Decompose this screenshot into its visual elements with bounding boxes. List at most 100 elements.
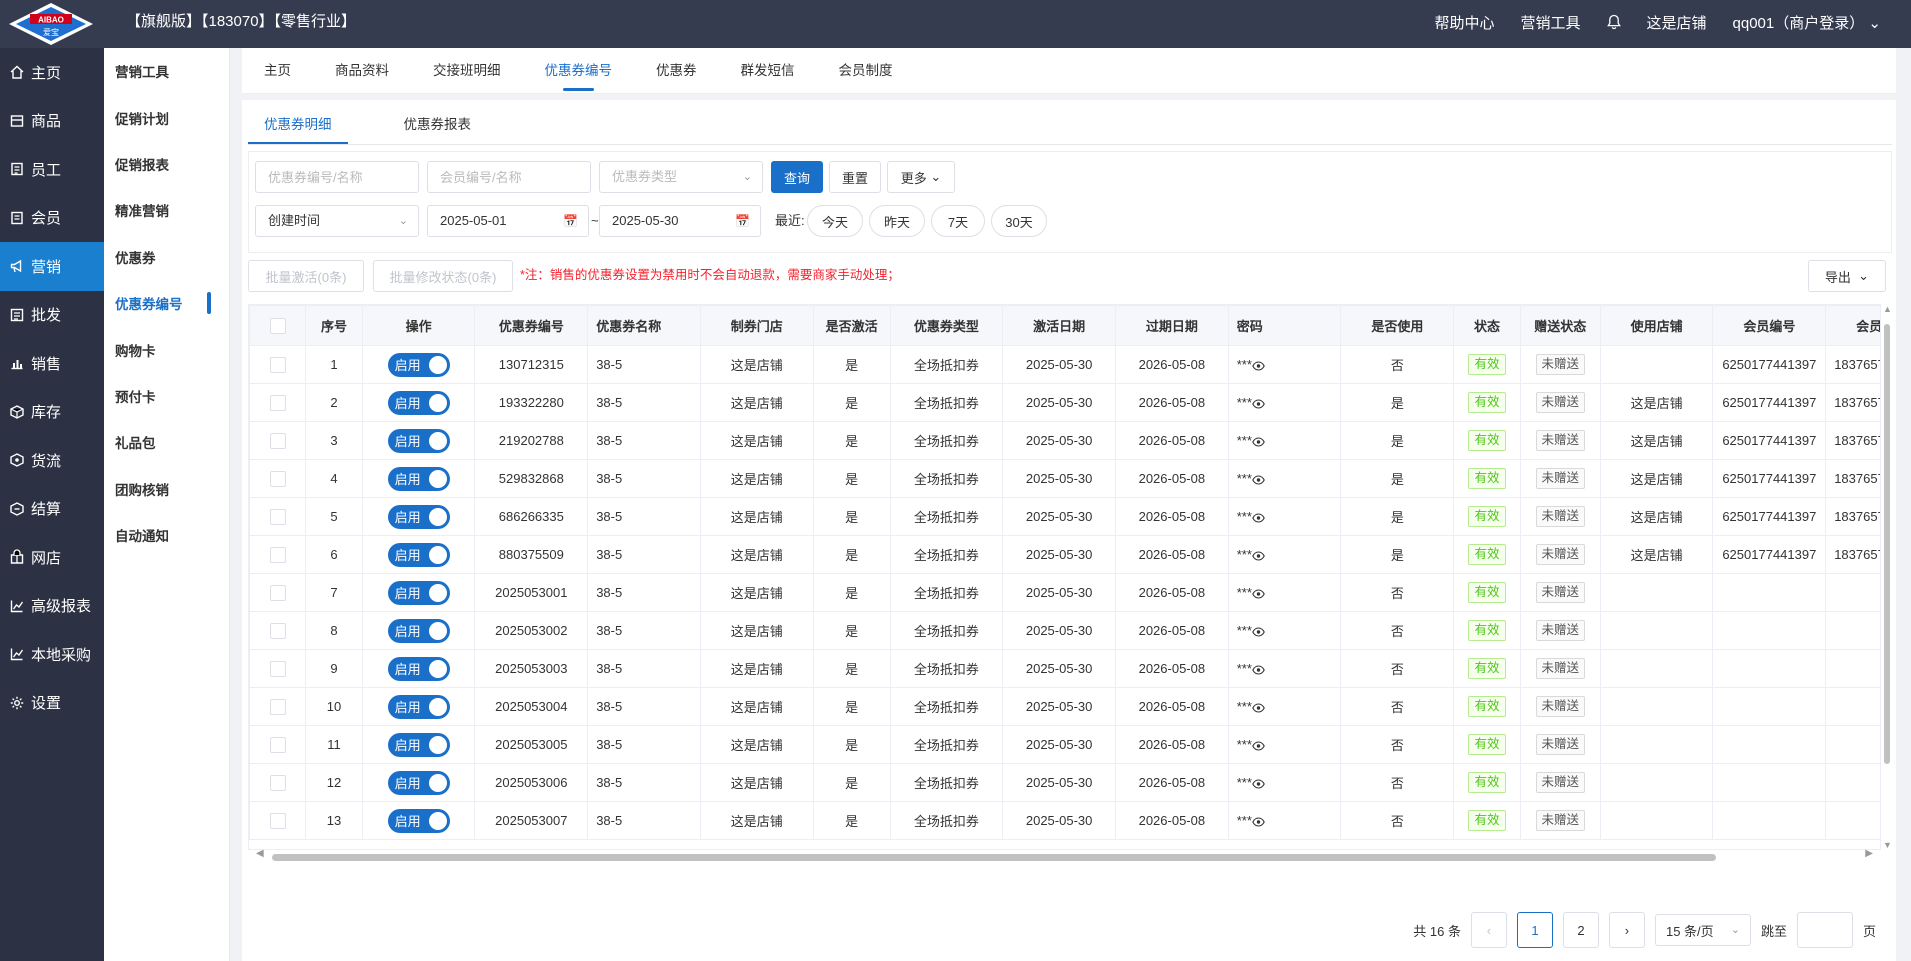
sidebar-item-6[interactable]: 销售	[0, 339, 104, 388]
scroll-right-icon[interactable]: ▶	[1865, 848, 1873, 859]
horizontal-scrollbar[interactable]: ◀ ▶	[248, 848, 1881, 864]
table-row[interactable]: 9 启用 2025053003 38-5 这是店铺是全场抵扣券 2025-05-30 202…	[249, 649, 1880, 688]
submenu-item-2[interactable]: 促销报表	[104, 141, 229, 187]
eye-icon[interactable]	[1252, 665, 1265, 675]
row-checkbox[interactable]	[269, 432, 286, 449]
column-header[interactable]: 过期日期	[1114, 305, 1229, 346]
tab-2[interactable]: 交接班明细	[433, 48, 501, 94]
table-row[interactable]: 10 启用 2025053004 38-5 这是店铺是全场抵扣券 2025-05-30 20…	[249, 687, 1880, 726]
table-row[interactable]: 6 启用 880375509 38-5 这是店铺是全场抵扣券 2025-05-30 2026…	[249, 535, 1880, 574]
row-checkbox[interactable]	[269, 584, 286, 601]
submenu-item-3[interactable]: 精准营销	[104, 187, 229, 233]
row-checkbox[interactable]	[269, 736, 286, 753]
table-row[interactable]: 13 启用 2025053007 38-5 这是店铺是全场抵扣券 2025-05-30 20…	[249, 801, 1880, 840]
tab-3[interactable]: 优惠券编号	[545, 48, 612, 94]
page-1-button[interactable]: 1	[1516, 912, 1553, 948]
eye-icon[interactable]	[1252, 513, 1265, 523]
sidebar-item-13[interactable]: 设置	[0, 679, 104, 728]
enable-toggle[interactable]: 启用	[387, 694, 450, 719]
submenu-item-4[interactable]: 优惠券	[104, 234, 229, 280]
submenu-item-9[interactable]: 团购核销	[104, 466, 229, 512]
user-menu[interactable]: qq001（商户登录） ⌄	[1733, 12, 1881, 33]
enable-toggle[interactable]: 启用	[387, 808, 450, 833]
submenu-item-10[interactable]: 自动通知	[104, 512, 229, 558]
page-2-button[interactable]: 2	[1562, 912, 1599, 948]
tab-0[interactable]: 主页	[264, 48, 291, 94]
column-header[interactable]: 序号	[305, 305, 363, 346]
enable-toggle[interactable]: 启用	[387, 770, 450, 795]
row-checkbox[interactable]	[269, 698, 286, 715]
row-checkbox[interactable]	[269, 546, 286, 563]
eye-icon[interactable]	[1252, 817, 1265, 827]
batch-activate-button[interactable]: 批量激活(0条)	[248, 260, 364, 292]
page-jump-input[interactable]	[1796, 912, 1853, 948]
subtab-coupon-report[interactable]: 优惠券报表	[388, 106, 488, 144]
sidebar-item-2[interactable]: 员工	[0, 145, 104, 194]
tab-4[interactable]: 优惠券	[656, 48, 697, 94]
sidebar-item-0[interactable]: 主页	[0, 48, 104, 97]
table-row[interactable]: 8 启用 2025053002 38-5 这是店铺是全场抵扣券 2025-05-30 202…	[249, 611, 1880, 650]
column-header[interactable]: 状态	[1453, 305, 1521, 346]
start-date-input[interactable]: 2025-05-01 📅	[427, 205, 589, 237]
sidebar-item-10[interactable]: 网店	[0, 533, 104, 582]
column-header[interactable]: 赠送状态	[1519, 305, 1601, 346]
submenu-item-8[interactable]: 礼品包	[104, 419, 229, 465]
sidebar-item-5[interactable]: 批发	[0, 291, 104, 340]
query-button[interactable]: 查询	[771, 161, 823, 193]
eye-icon[interactable]	[1252, 703, 1265, 713]
table-row[interactable]: 12 启用 2025053006 38-5 这是店铺是全场抵扣券 2025-05-30 20…	[249, 763, 1880, 802]
column-header[interactable]: 使用店铺	[1599, 305, 1714, 346]
column-header[interactable]: 是否使用	[1340, 305, 1455, 346]
column-header[interactable]: 操作	[361, 305, 476, 346]
scroll-left-icon[interactable]: ◀	[256, 848, 264, 859]
coupon-search-input[interactable]	[255, 161, 419, 193]
enable-toggle[interactable]: 启用	[387, 504, 450, 529]
next-page-button[interactable]: ›	[1608, 912, 1645, 948]
column-header[interactable]: 是否激活	[812, 305, 891, 346]
page-size-select[interactable]: 15 条/页 ⌄	[1654, 914, 1751, 946]
sidebar-item-9[interactable]: 结算	[0, 485, 104, 534]
help-center-link[interactable]: 帮助中心	[1434, 12, 1494, 33]
row-checkbox[interactable]	[269, 774, 286, 791]
7-days-button[interactable]: 7天	[931, 205, 985, 237]
table-row[interactable]: 7 启用 2025053001 38-5 这是店铺是全场抵扣券 2025-05-30 202…	[249, 573, 1880, 612]
column-header[interactable]: 会员名称	[1825, 305, 1880, 346]
tab-6[interactable]: 会员制度	[839, 48, 893, 94]
enable-toggle[interactable]: 启用	[387, 352, 450, 377]
table-row[interactable]: 11 启用 2025053005 38-5 这是店铺是全场抵扣券 2025-05-30 20…	[249, 725, 1880, 764]
column-header[interactable]: 优惠券名称	[587, 305, 701, 346]
column-header[interactable]: 密码	[1227, 305, 1342, 346]
end-date-input[interactable]: 2025-05-30 📅	[599, 205, 761, 237]
enable-toggle[interactable]: 启用	[387, 732, 450, 757]
eye-icon[interactable]	[1252, 627, 1265, 637]
column-header[interactable]: 优惠券类型	[889, 305, 1004, 346]
enable-toggle[interactable]: 启用	[387, 542, 450, 567]
sidebar-item-4[interactable]: 营销	[0, 242, 104, 291]
member-search-input[interactable]	[427, 161, 591, 193]
scroll-up-icon[interactable]: ▲	[1883, 304, 1892, 314]
eye-icon[interactable]	[1252, 475, 1265, 485]
batch-status-button[interactable]: 批量修改状态(0条)	[373, 260, 513, 292]
enable-toggle[interactable]: 启用	[387, 580, 450, 605]
enable-toggle[interactable]: 启用	[387, 390, 450, 415]
select-all-checkbox[interactable]	[269, 317, 286, 334]
row-checkbox[interactable]	[269, 622, 286, 639]
table-row[interactable]: 4 启用 529832868 38-5 这是店铺是全场抵扣券 2025-05-30 2026…	[249, 459, 1880, 498]
tab-5[interactable]: 群发短信	[741, 48, 795, 94]
enable-toggle[interactable]: 启用	[387, 466, 450, 491]
time-type-select[interactable]: 创建时间 ⌄	[255, 205, 419, 237]
subtab-coupon-detail[interactable]: 优惠券明细	[248, 106, 348, 144]
export-button[interactable]: 导出 ⌄	[1808, 260, 1886, 292]
table-row[interactable]: 1 启用 130712315 38-5 这是店铺是全场抵扣券 2025-05-30 2026…	[249, 345, 1880, 384]
column-header[interactable]: 激活日期	[1002, 305, 1116, 346]
eye-icon[interactable]	[1252, 779, 1265, 789]
row-checkbox[interactable]	[269, 660, 286, 677]
enable-toggle[interactable]: 启用	[387, 618, 450, 643]
more-button[interactable]: 更多 ⌄	[887, 161, 955, 193]
sidebar-item-12[interactable]: 本地采购	[0, 630, 104, 679]
marketing-tools-link[interactable]: 营销工具	[1521, 12, 1581, 33]
column-header[interactable]: 会员编号	[1712, 305, 1827, 346]
sidebar-item-3[interactable]: 会员	[0, 194, 104, 243]
row-checkbox[interactable]	[269, 394, 286, 411]
table-row[interactable]: 5 启用 686266335 38-5 这是店铺是全场抵扣券 2025-05-30 2026…	[249, 497, 1880, 536]
